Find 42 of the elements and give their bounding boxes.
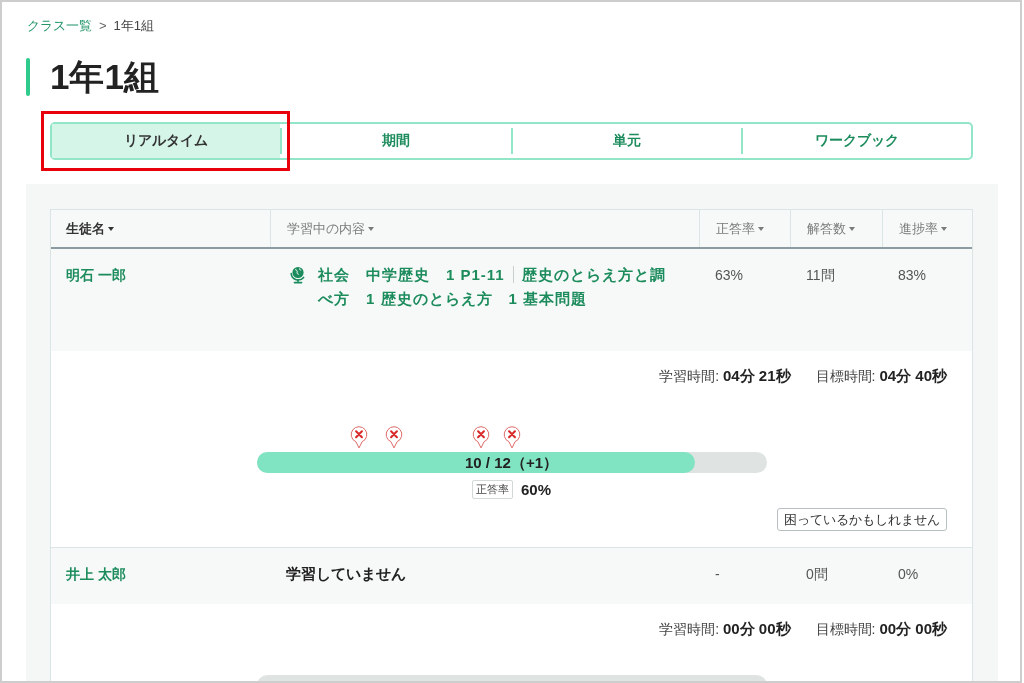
tab[interactable]: 期間 [282, 124, 511, 158]
stat-label: 目標時間: [815, 367, 876, 386]
correct-rate-cell: 63% [715, 267, 744, 283]
breadcrumb-current: 1年1組 [113, 17, 155, 35]
answer-count-cell: 0問 [806, 566, 828, 582]
stat-value: 04分 40秒 [879, 366, 947, 386]
column-header[interactable]: 正答率 [716, 219, 764, 238]
breadcrumb-separator: > [99, 17, 107, 35]
alert-button[interactable]: 困っているかもしれません [777, 508, 947, 531]
answer-count-cell: 11問 [806, 267, 835, 283]
caret-icon [368, 226, 374, 231]
column-header[interactable]: 解答数 [807, 219, 855, 238]
stat-label: 目標時間: [815, 620, 876, 639]
progress-label: 10 / 12（+1） [465, 453, 558, 473]
breadcrumb-link[interactable]: クラス一覧 [27, 17, 92, 35]
score-tag: 正答率 [472, 480, 513, 499]
stat-label: 学習時間: [659, 367, 719, 386]
globe-icon [289, 265, 307, 284]
caret-icon [849, 226, 855, 231]
progress-rate-cell: 83% [898, 267, 927, 283]
stat-value: 00分 00秒 [879, 619, 947, 639]
stat-value: 04分 21秒 [723, 366, 791, 386]
score-value: 60% [521, 481, 551, 498]
page-title: 1年1組 [50, 58, 159, 96]
stat-label: 学習時間: [659, 620, 719, 639]
caret-icon [108, 226, 114, 231]
correct-rate-cell: - [715, 566, 720, 582]
column-header[interactable]: 学習中の内容 [287, 219, 374, 238]
student-name-link[interactable]: 明石 一郎 [66, 267, 126, 283]
tab[interactable]: リアルタイム [52, 124, 281, 158]
progress-rate-cell: 0% [898, 566, 919, 582]
accent-bar [26, 58, 30, 96]
tab[interactable]: ワークブック [742, 124, 971, 158]
activity-status: 学習していません [286, 565, 406, 582]
caret-icon [758, 226, 764, 231]
tab[interactable]: 単元 [512, 124, 741, 158]
column-header[interactable]: 進捗率 [899, 219, 947, 238]
caret-icon [941, 226, 947, 231]
student-name-link[interactable]: 井上 太郎 [66, 566, 126, 582]
activity-link[interactable]: 社会 中学歴史 1 P1-11 歴史のとらえ方と調べ方 1 歴史のとらえ方 1 基本問題 [318, 263, 674, 311]
column-header[interactable]: 生徒名 [66, 219, 114, 238]
stat-value: 00分 00秒 [723, 619, 791, 639]
